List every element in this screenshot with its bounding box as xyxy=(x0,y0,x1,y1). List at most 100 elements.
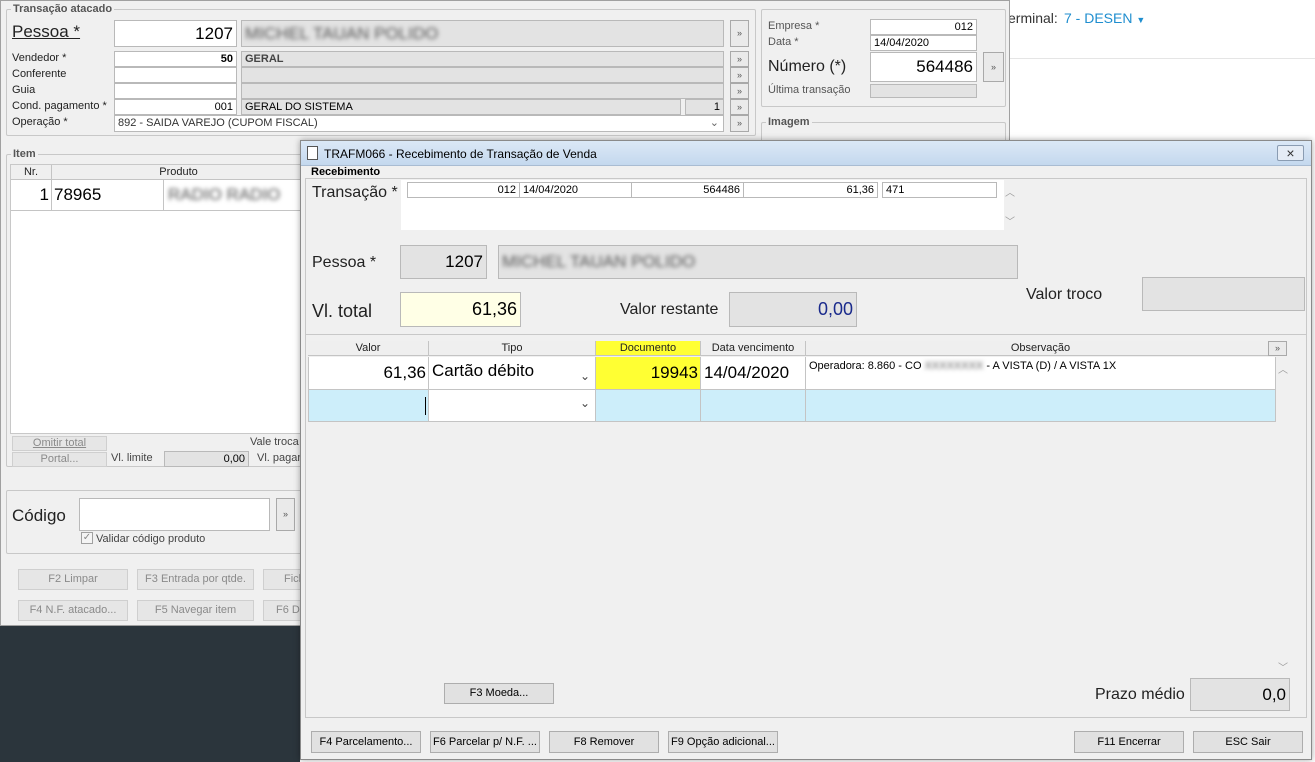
row2-tipo[interactable]: ⌄ xyxy=(429,390,596,422)
terminal-dropdown[interactable]: 7 - DESEN ▼ xyxy=(1064,10,1145,26)
codigo-input[interactable] xyxy=(79,498,270,531)
f5-navegar-button[interactable]: F5 Navegar item xyxy=(137,600,254,621)
transacao-scroll-up-icon[interactable]: ︿ xyxy=(1005,184,1015,199)
grid-scroll-up-icon[interactable]: ︿ xyxy=(1278,361,1288,376)
terminal-value: 7 - DESEN xyxy=(1064,10,1133,26)
cond-lookup-button[interactable]: » xyxy=(730,99,749,115)
transacao-label: Transação * xyxy=(312,184,398,201)
prazo-medio-label: Prazo médio xyxy=(1095,686,1185,703)
f4-parcelamento-button[interactable]: F4 Parcelamento... xyxy=(311,731,421,753)
ficha-button[interactable]: Fich xyxy=(263,569,305,590)
portal-button[interactable]: Portal... xyxy=(12,452,107,467)
item-row-code[interactable]: 78965 xyxy=(52,180,164,211)
trans-extra-field[interactable]: 471 xyxy=(882,182,997,198)
trans-numero-field[interactable]: 564486 xyxy=(631,182,744,198)
cond-pagamento-label: Cond. pagamento * xyxy=(12,100,107,112)
item-col-nr: Nr. xyxy=(11,165,52,180)
col-tipo: Tipo xyxy=(429,341,596,356)
pessoa-code-field[interactable]: 1207 xyxy=(114,20,237,47)
recebimento-section-title: Recebimento xyxy=(311,166,381,178)
f3-moeda-button[interactable]: F3 Moeda... xyxy=(444,683,554,704)
row2-observacao[interactable] xyxy=(806,390,1276,422)
close-button[interactable]: × xyxy=(1277,145,1304,161)
vl-pagar-label: Vl. pagar xyxy=(257,452,302,464)
text-cursor xyxy=(425,397,426,415)
operacao-lookup-button[interactable]: » xyxy=(730,115,749,132)
chevron-down-icon: ⌄ xyxy=(579,396,590,410)
cond-name-field: GERAL DO SISTEMA xyxy=(241,99,681,115)
conferente-name-field xyxy=(241,67,724,83)
conferente-lookup-button[interactable]: » xyxy=(730,67,749,83)
f3-entrada-button[interactable]: F3 Entrada por qtde. xyxy=(137,569,254,590)
operacao-value: 892 - SAIDA VAREJO (CUPOM FISCAL) xyxy=(118,117,318,129)
col-data-vencimento: Data vencimento xyxy=(701,341,806,356)
operacao-select[interactable]: 892 - SAIDA VAREJO (CUPOM FISCAL) ⌄ xyxy=(114,115,724,132)
cond-code-field[interactable]: 001 xyxy=(114,99,237,115)
row1-documento[interactable]: 19943 xyxy=(596,357,701,390)
transacao-scroll-down-icon[interactable]: ﹀ xyxy=(1005,213,1015,228)
validar-checkbox[interactable]: ✓ xyxy=(81,532,93,544)
guia-code-field[interactable] xyxy=(114,83,237,99)
vl-total-label: Vl. total xyxy=(312,301,373,321)
item-desc-text: RADIO RADIO xyxy=(168,185,281,204)
vendedor-label: Vendedor * xyxy=(12,52,67,64)
f4-nf-atacado-button[interactable]: F4 N.F. atacado... xyxy=(18,600,128,621)
dialog-pessoa-code: 1207 xyxy=(400,245,487,279)
grid-scroll-down-icon[interactable]: ﹀ xyxy=(1278,659,1288,674)
item-col-produto: Produto xyxy=(52,165,306,180)
numero-field[interactable]: 564486 xyxy=(870,52,977,82)
item-row-desc[interactable]: RADIO RADIO xyxy=(164,180,306,211)
row2-documento[interactable] xyxy=(596,390,701,422)
vendedor-name-field: GERAL xyxy=(241,51,724,67)
conferente-label: Conferente xyxy=(12,68,67,80)
codigo-lookup-button[interactable]: » xyxy=(276,498,295,531)
row2-vencimento[interactable] xyxy=(701,390,806,422)
data-field[interactable]: 14/04/2020 xyxy=(870,35,977,51)
row1-valor[interactable]: 61,36 xyxy=(308,357,429,390)
esc-sair-button[interactable]: ESC Sair xyxy=(1193,731,1303,753)
trans-data-field[interactable]: 14/04/2020 xyxy=(519,182,632,198)
item-row-nr[interactable]: 1 xyxy=(11,180,52,211)
numero-label: Número (*) xyxy=(768,58,847,75)
trans-valor-field[interactable]: 61,36 xyxy=(743,182,878,198)
row1-tipo-text: Cartão débito xyxy=(432,361,535,380)
guia-name-field xyxy=(241,83,724,99)
omitir-total-button[interactable]: Omitir total xyxy=(12,436,107,451)
data-label: Data * xyxy=(768,36,799,48)
pessoa-name-field: MICHEL TAUAN POLIDO xyxy=(241,20,724,47)
dialog-pessoa-name-text: MICHEL TAUAN POLIDO xyxy=(502,252,696,271)
numero-lookup-button[interactable]: » xyxy=(983,52,1004,82)
trans-empresa-field[interactable]: 012 xyxy=(407,182,520,198)
item-grid: Nr. Produto 1 78965 RADIO RADIO xyxy=(10,164,306,434)
vl-limite-label: Vl. limite xyxy=(111,452,153,464)
f11-encerrar-button[interactable]: F11 Encerrar xyxy=(1074,731,1184,753)
operacao-label: Operação * xyxy=(12,116,68,128)
payment-grid: Valor Tipo Documento Data vencimento Obs… xyxy=(308,341,1292,674)
vendedor-lookup-button[interactable]: » xyxy=(730,51,749,67)
row1-vencimento[interactable]: 14/04/2020 xyxy=(701,357,806,390)
dialog-title-bar: TRAFM066 - Recebimento de Transação de V… xyxy=(301,141,1311,166)
valor-troco-field xyxy=(1142,277,1305,311)
grid-options-button[interactable]: » xyxy=(1268,341,1287,356)
chevron-down-icon: ⌄ xyxy=(709,117,719,129)
recebimento-dialog: TRAFM066 - Recebimento de Transação de V… xyxy=(300,140,1312,760)
f6-parcelar-button[interactable]: F6 Parcelar p/ N.F. ... xyxy=(430,731,540,753)
dialog-pessoa-label: Pessoa * xyxy=(312,254,377,271)
f2-limpar-button[interactable]: F2 Limpar xyxy=(18,569,128,590)
conferente-code-field[interactable] xyxy=(114,67,237,83)
row2-valor[interactable] xyxy=(308,390,429,422)
pessoa-lookup-button[interactable]: » xyxy=(730,20,749,47)
obs-text-b: - A VISTA (D) / A VISTA 1X xyxy=(986,360,1117,372)
guia-lookup-button[interactable]: » xyxy=(730,83,749,99)
ultima-transacao-label: Última transação xyxy=(768,84,851,96)
vendedor-code-field[interactable]: 50 xyxy=(114,51,237,67)
empresa-field[interactable]: 012 xyxy=(870,19,977,35)
header-divider xyxy=(1010,58,1315,59)
obs-text-blur: XXXXXXXX xyxy=(924,360,984,372)
f6-button[interactable]: F6 De xyxy=(263,600,306,621)
row1-observacao[interactable]: Operadora: 8.860 - CO XXXXXXXX - A VISTA… xyxy=(806,357,1276,390)
f8-remover-button[interactable]: F8 Remover xyxy=(549,731,659,753)
row1-tipo[interactable]: Cartão débito ⌄ xyxy=(429,357,596,390)
f9-opcao-button[interactable]: F9 Opção adicional... xyxy=(668,731,778,753)
obs-text-a: Operadora: 8.860 - CO xyxy=(809,360,922,372)
